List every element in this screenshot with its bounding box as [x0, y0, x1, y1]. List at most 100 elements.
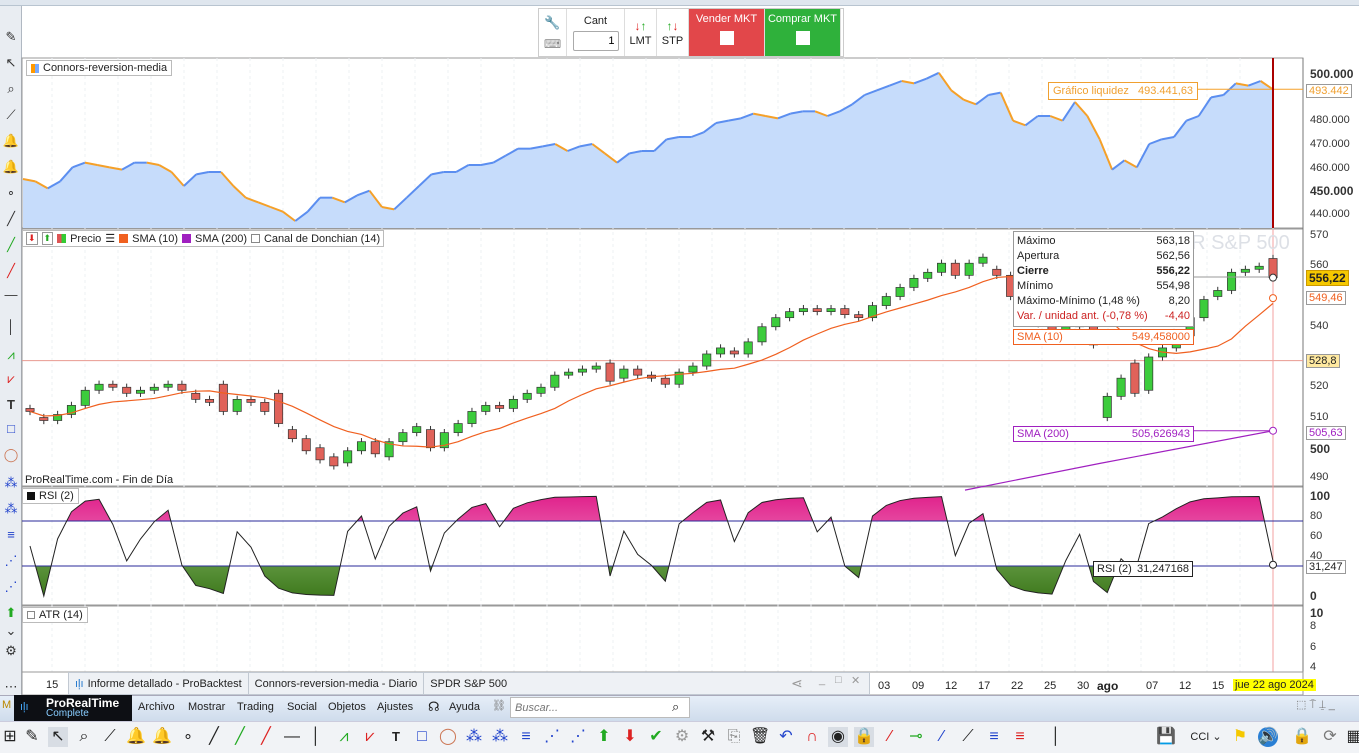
f-lines-icon[interactable]: ≡: [984, 727, 1004, 747]
y-tick: 4: [1310, 661, 1317, 673]
channel-icon[interactable]: ⩘: [334, 727, 354, 747]
order-lock-icon[interactable]: 🔒: [1292, 727, 1312, 747]
gann-icon[interactable]: ⋰: [542, 727, 562, 747]
atr-title[interactable]: ATR (14): [39, 609, 83, 621]
app-icon: M: [2, 699, 12, 711]
grid-icon[interactable]: ▦: [1344, 727, 1359, 747]
fib-f-icon[interactable]: ≡: [516, 727, 536, 747]
share-icon[interactable]: ⋖: [791, 675, 803, 692]
menu-ayuda[interactable]: Ayuda: [449, 701, 480, 713]
legend-sma200[interactable]: SMA (200): [195, 233, 247, 245]
legend-price[interactable]: Precio: [70, 233, 101, 245]
x-tick: 12: [1179, 680, 1192, 692]
sma200-tooltip-label: SMA (200): [1017, 428, 1069, 440]
menu-objetos[interactable]: Objetos: [328, 701, 366, 713]
close-icon[interactable]: ✕: [851, 674, 860, 687]
y-tick: 80: [1310, 510, 1323, 522]
bell-icon[interactable]: 🔔: [152, 727, 172, 747]
link-icon[interactable]: ⛓: [492, 699, 506, 712]
flag-icon[interactable]: ⚑: [1230, 727, 1250, 747]
magnet-icon[interactable]: ∩: [802, 727, 822, 747]
pencil-icon[interactable]: ✎: [22, 727, 42, 747]
tab-spdr[interactable]: SPDR S&P 500: [424, 673, 513, 694]
ellipse-icon[interactable]: ◯: [438, 727, 458, 747]
collapse-icon[interactable]: ⬇: [26, 232, 38, 245]
rsi-title[interactable]: RSI (2): [39, 490, 74, 502]
arrow-down-icon[interactable]: ⬇: [620, 727, 640, 747]
line-icon[interactable]: ╱: [204, 727, 224, 747]
search-input[interactable]: [510, 697, 690, 718]
y-tick: 500.000: [1310, 67, 1354, 81]
rsi-panel-header: RSI (2): [22, 488, 79, 504]
list-icon[interactable]: ☰: [105, 232, 115, 245]
lock-icon[interactable]: 🔒: [854, 727, 874, 747]
candle: [688, 365, 698, 373]
menu-trading[interactable]: Trading: [237, 701, 274, 713]
save-icon[interactable]: 💾: [1156, 727, 1176, 747]
maximize-icon[interactable]: □: [835, 674, 842, 686]
expand-icon[interactable]: ⬆: [41, 232, 54, 245]
visibility-icon[interactable]: ◉: [828, 727, 848, 747]
sma200-tag: 505,63: [1306, 426, 1346, 440]
sound-icon[interactable]: 🔊: [1258, 727, 1278, 747]
text-icon[interactable]: T: [386, 727, 406, 747]
segment-icon[interactable]: ∘: [178, 727, 198, 747]
candle: [785, 311, 795, 319]
candle: [163, 383, 173, 388]
vline-icon[interactable]: │: [306, 727, 326, 747]
menu-social[interactable]: Social: [287, 701, 317, 713]
undo-icon[interactable]: ↶: [776, 727, 796, 747]
red-segment-icon[interactable]: ∕: [880, 727, 900, 747]
tab-label: Connors-reversion-media - Diario: [254, 677, 418, 690]
hline-icon[interactable]: —: [282, 727, 302, 747]
tools-icon[interactable]: ⚒: [698, 727, 718, 747]
pitchfork-icon[interactable]: ⋰: [568, 727, 588, 747]
sma10-tooltip-label: SMA (10): [1017, 331, 1063, 343]
candle: [108, 383, 118, 388]
y-tick: 440.000: [1310, 208, 1350, 220]
legend-sma10[interactable]: SMA (10): [132, 233, 178, 245]
copy-icon[interactable]: ⎘: [724, 727, 744, 747]
search-icon[interactable]: ⌕: [672, 699, 679, 715]
legend-donchian[interactable]: Canal de Donchian (14): [264, 233, 380, 245]
candle: [605, 362, 615, 382]
triangle-icon[interactable]: ⩗: [360, 727, 380, 747]
delete-objects-icon[interactable]: ⚙: [672, 727, 692, 747]
windows-icon[interactable]: ⊞: [0, 727, 20, 747]
measure-icon[interactable]: ⟋: [958, 727, 978, 747]
ruler-icon[interactable]: ⟋: [100, 727, 120, 747]
alert-icon[interactable]: 🔔: [126, 727, 146, 747]
window-tools-icon[interactable]: ⬚ ⍑ ⍊ _: [1296, 698, 1335, 712]
green-hline-icon[interactable]: ⊸: [906, 727, 926, 747]
cci-selector[interactable]: CCI ⌄: [1186, 727, 1226, 747]
menu-archivo[interactable]: Archivo: [138, 701, 175, 713]
rectangle-icon[interactable]: □: [412, 727, 432, 747]
candle: [177, 383, 187, 391]
arrow-up-icon[interactable]: ⬆: [594, 727, 614, 747]
sma10-tag: 549,46: [1306, 291, 1346, 305]
fibonacci-icon[interactable]: ⁂: [464, 727, 484, 747]
candle: [495, 405, 505, 409]
check-icon[interactable]: ✔: [646, 727, 666, 747]
tab-backtest-report[interactable]: ıļı Informe detallado - ProBacktest: [69, 673, 249, 694]
minimize-icon[interactable]: _: [819, 674, 825, 686]
pointer-icon[interactable]: ↖: [48, 727, 68, 747]
y-tick: 570: [1310, 229, 1329, 241]
sync-icon[interactable]: ⟳: [1320, 727, 1340, 747]
candle: [1254, 265, 1264, 270]
red-line-icon[interactable]: ╱: [256, 727, 276, 747]
candle: [937, 262, 947, 273]
price-legend: ⬇ ⬆ Precio ☰ SMA (10) SMA (200) Canal de…: [22, 230, 385, 247]
menu-mostrar[interactable]: Mostrar: [188, 701, 225, 713]
green-line-icon[interactable]: ╱: [230, 727, 250, 747]
chart-area[interactable]: [0, 0, 1359, 753]
fan-icon[interactable]: ⁂: [490, 727, 510, 747]
trash-icon[interactable]: 🗑: [750, 727, 770, 747]
zoom-icon[interactable]: ⌕: [74, 727, 94, 747]
f-lines-red-icon[interactable]: ≡: [1010, 727, 1030, 747]
tab-strategy-chart[interactable]: Connors-reversion-media - Diario: [249, 673, 425, 694]
menu-ajustes[interactable]: Ajustes: [377, 701, 413, 713]
candle: [909, 278, 919, 288]
close-marker: [1269, 273, 1277, 282]
blue-segment-icon[interactable]: ∕: [932, 727, 952, 747]
